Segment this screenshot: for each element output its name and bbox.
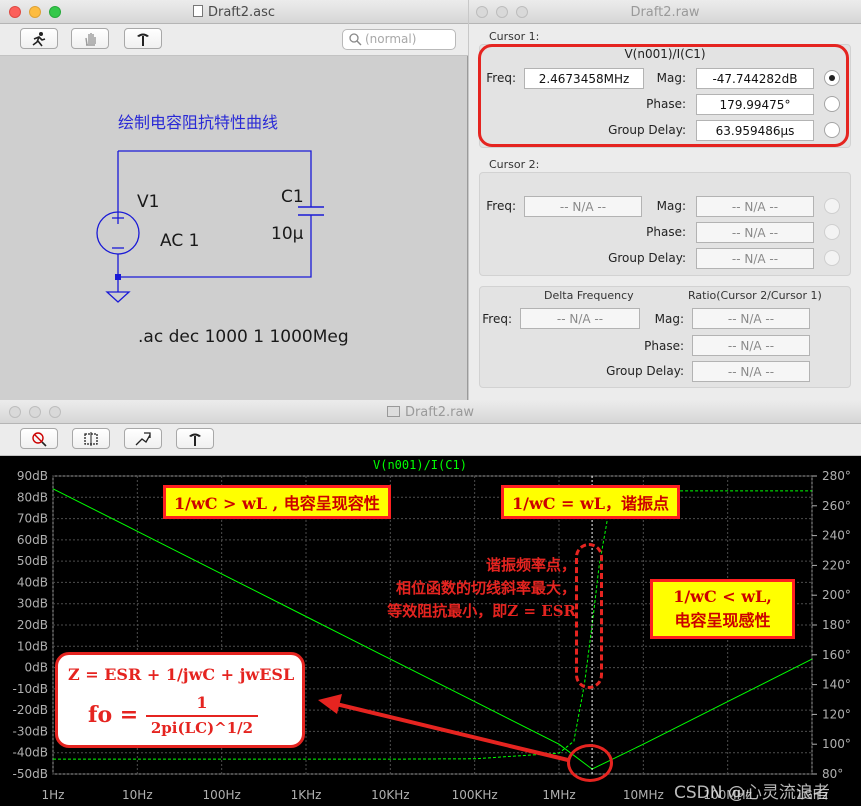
schematic-canvas[interactable]: 绘制电容阻抗特性曲线 V1 AC 1 C1 10µ .ac dec 1000 1… — [0, 57, 468, 400]
schematic-window: Draft2.asc (normal) 绘制电容阻抗特性曲线 V1 AC 1 C… — [0, 0, 468, 400]
delta-ratio-group: Delta Frequency Ratio(Cursor 2/Cursor 1)… — [479, 286, 851, 388]
hammer-button[interactable] — [124, 28, 162, 49]
cursor2-phase-field: -- N/A -- — [696, 222, 814, 243]
ratio-phase-label: Phase: — [644, 339, 684, 353]
ratio-label: Ratio(Cursor 2/Cursor 1) — [688, 289, 822, 302]
delta-freq-label: Freq: — [482, 312, 512, 326]
cursor-dialog-titlebar: Draft2.raw — [469, 0, 861, 24]
ground-symbol — [105, 291, 131, 303]
capacitor-value-label: 10µ — [271, 224, 304, 244]
cursor2-group: Freq: -- N/A -- Mag: -- N/A -- Phase: --… — [479, 172, 851, 276]
delta-freq-field: -- N/A -- — [520, 308, 640, 329]
cursor2-group-delay-label: Group Delay: — [608, 251, 686, 265]
cursor1-group-label: Cursor 1: — [489, 30, 540, 43]
ratio-group-delay-field: -- N/A -- — [692, 361, 810, 382]
hand-icon — [85, 32, 96, 46]
cursor2-mag-label: Mag: — [656, 199, 686, 213]
voltage-source-symbol — [96, 211, 140, 255]
source-name-label: V1 — [137, 192, 160, 212]
schematic-window-title: Draft2.asc — [0, 5, 468, 20]
capacitor-name-label: C1 — [281, 187, 304, 207]
cursor1-highlight-box — [478, 44, 849, 147]
cursor2-phase-radio[interactable] — [824, 224, 840, 240]
search-placeholder: (normal) — [365, 32, 417, 46]
running-man-icon — [32, 31, 46, 46]
cursor-dialog-title: Draft2.raw — [630, 5, 700, 20]
halt-button[interactable] — [71, 28, 109, 49]
cursor2-phase-label: Phase: — [646, 225, 686, 239]
watermark: CSDN @心灵流浪者 — [674, 783, 830, 803]
search-input[interactable]: (normal) — [342, 29, 456, 50]
delta-frequency-label: Delta Frequency — [544, 289, 634, 302]
ratio-group-delay-label: Group Delay: — [606, 364, 684, 378]
cursor-dialog-window: Draft2.raw Cursor 1: V(n001)/I(C1) Freq:… — [469, 0, 861, 400]
cursor2-mag-radio[interactable] — [824, 198, 840, 214]
cursor2-group-delay-field: -- N/A -- — [696, 248, 814, 269]
ratio-mag-field: -- N/A -- — [692, 308, 810, 329]
cursor2-group-delay-radio[interactable] — [824, 250, 840, 266]
cursor2-mag-field: -- N/A -- — [696, 196, 814, 217]
source-value-label: AC 1 — [160, 231, 200, 251]
circuit-wires — [96, 150, 324, 303]
cursor2-freq-field: -- N/A -- — [524, 196, 642, 217]
ratio-mag-label: Mag: — [654, 312, 684, 326]
document-icon — [192, 5, 203, 17]
search-icon — [349, 33, 362, 46]
hammer-icon — [137, 33, 149, 46]
run-button[interactable] — [20, 28, 58, 49]
schematic-toolbar: (normal) — [0, 24, 468, 56]
callout-arrow — [318, 694, 569, 762]
waveform-window: Draft2.raw 1Hz 10Hz 100Hz 1KHz 10KHz 100KHz 1M… — [0, 400, 861, 806]
cursor2-group-label: Cursor 2: — [489, 158, 540, 171]
capacitor-symbol — [298, 206, 324, 222]
spice-directive[interactable]: .ac dec 1000 1 1000Meg — [138, 327, 349, 347]
ratio-phase-field: -- N/A -- — [692, 335, 810, 356]
cursor2-freq-label: Freq: — [486, 199, 516, 213]
schematic-titlebar: Draft2.asc — [0, 0, 468, 24]
